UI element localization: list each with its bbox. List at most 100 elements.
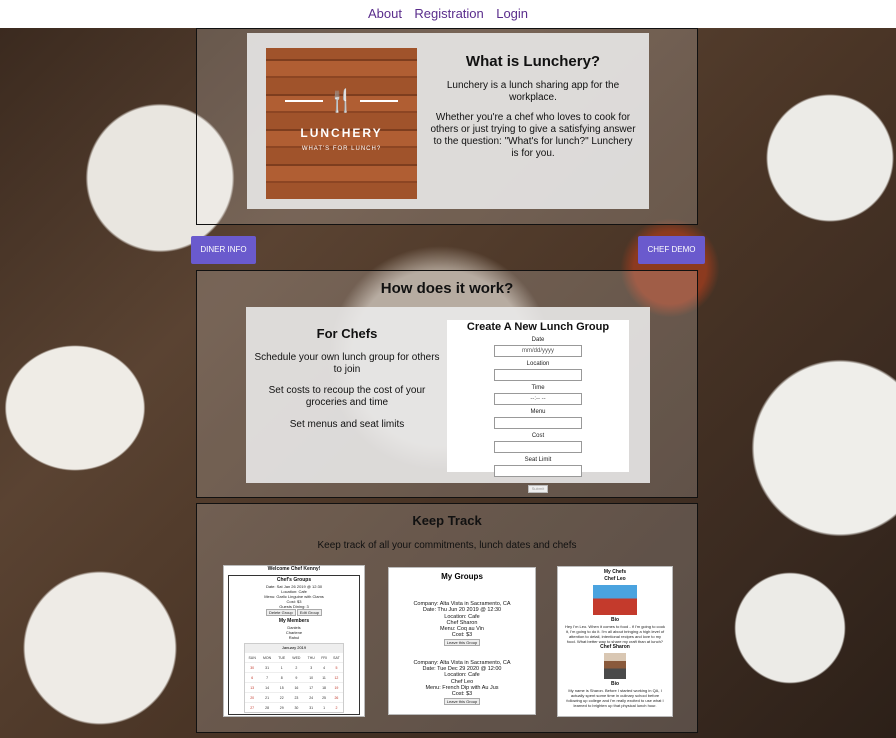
calendar-day[interactable]: 15 [274, 682, 289, 693]
calendar-grid: SUN MON TUE WED THU FRI SAT 30 31 1 2 3 … [245, 652, 343, 712]
delete-group-button[interactable]: Delete Group [265, 609, 296, 616]
chef-photo [593, 585, 637, 615]
time-input[interactable]: --:-- -- [494, 393, 582, 405]
calendar-day[interactable]: 9 [288, 672, 305, 683]
calendar-day[interactable]: 14 [259, 682, 275, 693]
calendar-day[interactable]: 12 [329, 672, 343, 683]
calendar-day[interactable]: 23 [288, 692, 305, 703]
create-lunch-group-form: Create A New Lunch Group Date mm/dd/yyyy… [447, 320, 629, 493]
intro-paragraph-2: Whether you're a chef who loves to cook … [430, 112, 636, 159]
bio-label: Bio [610, 617, 620, 623]
member-name: Rahul [288, 635, 300, 640]
calendar-day[interactable]: 5 [329, 662, 343, 673]
calendar-day[interactable]: 2 [288, 662, 305, 673]
chef-groups-title: Chef's Groups [276, 577, 312, 583]
calendar-day[interactable]: 24 [304, 692, 319, 703]
seat-limit-input[interactable] [494, 465, 582, 477]
location-input[interactable] [494, 369, 582, 381]
calendar-day[interactable]: 20 [245, 692, 260, 703]
for-chefs-point-1: Schedule your own lunch group for others… [254, 352, 440, 375]
calendar-day[interactable]: 18 [318, 682, 330, 693]
calendar-day-header: TUE [274, 652, 289, 663]
calendar-day[interactable]: 17 [304, 682, 319, 693]
calendar-day[interactable]: 31 [304, 702, 319, 712]
chef-demo-button[interactable]: CHEF DEMO [638, 236, 705, 264]
calendar-month: January 2019 [245, 644, 343, 652]
calendar-day[interactable]: 8 [274, 672, 289, 683]
form-title: Create A New Lunch Group [466, 321, 610, 333]
chef-groups-box: Chef's Groups Date: Sat Jan 26 2019 @ 12… [228, 575, 360, 715]
logo-title: LUNCHERY [300, 126, 383, 140]
calendar-day[interactable]: 21 [259, 692, 275, 703]
calendar-day[interactable]: 22 [274, 692, 289, 703]
leave-group-button[interactable]: Leave this Group [443, 638, 481, 646]
calendar-day[interactable]: 10 [304, 672, 319, 683]
intro-heading: What is Lunchery? [465, 53, 601, 70]
calendar-day[interactable]: 3 [304, 662, 319, 673]
how-heading: How does it work? [380, 280, 514, 297]
nav-login-link[interactable]: Login [496, 0, 528, 28]
calendar-day-header: MON [259, 652, 275, 663]
calendar-day[interactable]: 1 [274, 662, 289, 673]
leave-group-button[interactable]: Leave this Group [443, 697, 481, 705]
chef-bio: My name is Sharon. Before I started work… [566, 688, 664, 708]
my-groups-preview: My Groups Company: Alta Vista in Sacrame… [388, 567, 536, 715]
bio-label: Bio [610, 681, 620, 687]
calendar-day[interactable]: 28 [259, 702, 275, 712]
calendar: January 2019 SUN MON TUE WED THU FRI SAT… [244, 643, 344, 713]
calendar-day[interactable]: 26 [329, 692, 343, 703]
edit-group-button[interactable]: Edit Group [296, 609, 323, 616]
nav-about-link[interactable]: About [368, 0, 402, 28]
cost-label: Cost [531, 433, 545, 439]
for-chefs-point-2: Set costs to recoup the cost of your gro… [268, 385, 426, 408]
calendar-day[interactable]: 30 [288, 702, 305, 712]
nav-registration-link[interactable]: Registration [414, 0, 483, 28]
calendar-day[interactable]: 16 [288, 682, 305, 693]
calendar-day[interactable]: 30 [245, 662, 260, 673]
chef-bio: Hey I'm Leo. When it comes to food - if … [564, 624, 665, 644]
top-nav: About Registration Login [0, 0, 896, 28]
utensils-icon: 🍴 [266, 88, 417, 114]
calendar-day[interactable]: 31 [259, 662, 275, 673]
date-label: Date [531, 337, 545, 343]
calendar-day-header: FRI [318, 652, 330, 663]
calendar-day-header: WED [288, 652, 305, 663]
my-chefs-preview: My Chefs Chef Leo Bio Hey I'm Leo. When … [557, 566, 673, 717]
chef-name: Chef Leo [604, 576, 626, 582]
my-groups-title: My Groups [441, 572, 483, 581]
intro-paragraph-1: Lunchery is a lunch sharing app for the … [446, 80, 620, 103]
calendar-day[interactable]: 2 [329, 702, 343, 712]
calendar-day[interactable]: 29 [274, 702, 289, 712]
for-chefs-heading: For Chefs [316, 326, 378, 341]
calendar-day[interactable]: 19 [329, 682, 343, 693]
welcome-text: Welcome Chef Kenny! [267, 566, 321, 572]
calendar-day[interactable]: 4 [318, 662, 330, 673]
logo-tagline: WHAT'S FOR LUNCH? [301, 146, 382, 152]
my-chefs-title: My Chefs [603, 569, 627, 575]
calendar-day[interactable]: 11 [318, 672, 330, 683]
calendar-day-header: SUN [245, 652, 260, 663]
calendar-day[interactable]: 7 [259, 672, 275, 683]
keep-track-heading: Keep Track [412, 513, 482, 528]
calendar-day[interactable]: 27 [245, 702, 260, 712]
date-input[interactable]: mm/dd/yyyy [494, 345, 582, 357]
calendar-day[interactable]: 6 [245, 672, 260, 683]
chef-dashboard-preview: Welcome Chef Kenny! Chef's Groups Date: … [223, 565, 365, 717]
time-label: Time [531, 385, 545, 391]
chef-photo [604, 653, 626, 679]
calendar-day[interactable]: 25 [318, 692, 330, 703]
seat-limit-label: Seat Limit [524, 457, 552, 463]
calendar-day[interactable]: 1 [318, 702, 330, 712]
cost-input[interactable] [494, 441, 582, 453]
calendar-day-header: THU [304, 652, 319, 663]
lunchery-logo: 🍴 LUNCHERY WHAT'S FOR LUNCH? [266, 48, 417, 199]
location-label: Location [526, 361, 550, 367]
keep-track-subtitle: Keep track of all your commitments, lunc… [317, 540, 577, 551]
for-chefs-point-3: Set menus and seat limits [289, 419, 405, 430]
calendar-day[interactable]: 13 [245, 682, 260, 693]
calendar-day-header: SAT [329, 652, 343, 663]
menu-label: Menu [530, 409, 546, 415]
submit-button[interactable]: Submit [528, 485, 548, 493]
menu-input[interactable] [494, 417, 582, 429]
diner-info-button[interactable]: DINER INFO [191, 236, 256, 264]
